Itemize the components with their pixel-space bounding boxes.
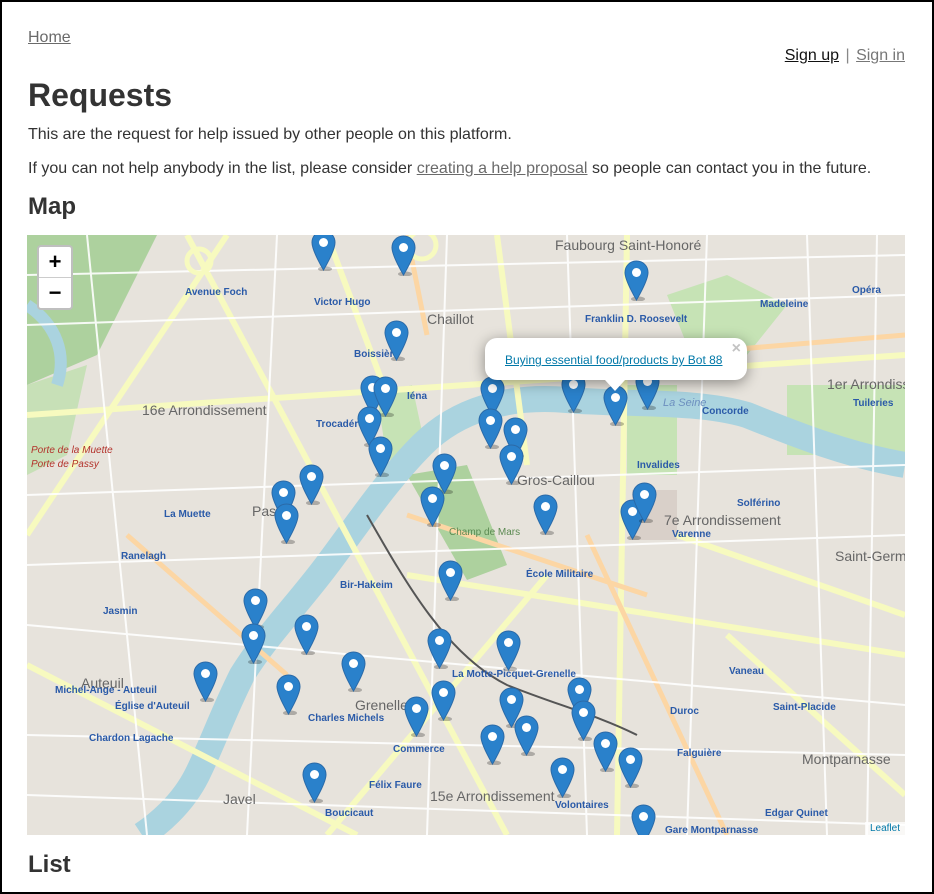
map-label-faubourg: Faubourg Saint-Honoré (555, 237, 702, 253)
map-label-vaneau: Vaneau (729, 666, 765, 677)
map-marker-icon[interactable] (478, 408, 503, 449)
help-suffix: so people can contact you in the future. (591, 160, 872, 177)
map-marker-icon[interactable] (193, 661, 218, 702)
requests-map[interactable]: Chaillot 16e Arrondissement 7e Arrondiss… (27, 235, 905, 835)
map-label-javel: Javel (223, 791, 256, 807)
help-text: If you can not help anybody in the list,… (28, 160, 871, 178)
map-label-ranelagh: Ranelagh (121, 551, 167, 562)
map-label-iena: Iéna (407, 391, 428, 402)
map-marker-icon[interactable] (341, 651, 366, 692)
signin-link[interactable]: Sign in (856, 47, 905, 64)
map-heading: Map (28, 193, 76, 220)
map-marker-icon[interactable] (603, 385, 628, 426)
map-label-arr1: 1er Arrondissement (827, 376, 905, 392)
map-label-franklin: Franklin D. Roosevelt (585, 314, 688, 325)
map-label-edgar-quinet: Edgar Quinet (765, 808, 828, 819)
map-label-porte-passy: Porte de Passy (31, 459, 99, 470)
map-label-bir-hakeim: Bir-Hakeim (340, 580, 393, 591)
map-label-volontaires: Volontaires (555, 800, 609, 811)
map-label-tuileries: Tuileries (853, 398, 894, 409)
intro-text: This are the request for help issued by … (28, 126, 512, 143)
map-popup: Buying essential food/products by Bot 88… (485, 338, 747, 391)
map-label-solferino: Solférino (737, 498, 781, 509)
map-label-arr7: 7e Arrondissement (664, 512, 781, 528)
map-marker-icon[interactable] (404, 696, 429, 737)
map-marker-icon[interactable] (618, 747, 643, 788)
map-label-charles-michels: Charles Michels (308, 713, 385, 724)
map-label-eglise-auteuil: Église d'Auteuil (115, 701, 190, 712)
map-marker-icon[interactable] (427, 628, 452, 669)
map-marker-icon[interactable] (514, 715, 539, 756)
map-marker-icon[interactable] (480, 724, 505, 765)
map-marker-icon[interactable] (294, 614, 319, 655)
map-marker-icon[interactable] (299, 464, 324, 505)
map-label-porte-muette: Porte de la Muette (31, 445, 113, 456)
map-label-saint-germain: Saint-Germain-des-Prés (835, 548, 905, 564)
map-label-invalides: Invalides (637, 460, 680, 471)
zoom-in-button[interactable]: + (39, 247, 71, 278)
map-marker-icon[interactable] (431, 680, 456, 721)
map-marker-icon[interactable] (499, 444, 524, 485)
map-label-gros-caillou: Gros-Caillou (517, 472, 595, 488)
popup-request-link[interactable]: Buying essential food/products by Bot 88 (505, 353, 722, 367)
map-label-gare-montparnasse: Gare Montparnasse (665, 825, 759, 835)
map-label-chaillot: Chaillot (427, 311, 474, 327)
map-label-madeleine: Madeleine (760, 299, 809, 310)
map-label-arr16: 16e Arrondissement (142, 402, 267, 418)
map-label-la-seine: La Seine (663, 397, 707, 409)
map-label-saint-placide: Saint-Placide (773, 702, 836, 713)
zoom-control: + − (37, 245, 73, 310)
help-prefix: If you can not help anybody in the list,… (28, 160, 413, 177)
map-marker-icon[interactable] (241, 623, 266, 664)
map-label-opera: Opéra (852, 285, 881, 296)
map-label-commerce: Commerce (393, 744, 445, 755)
leaflet-attribution-link[interactable]: Leaflet (870, 823, 900, 834)
map-marker-icon[interactable] (311, 235, 336, 271)
map-label-montparnasse: Montparnasse (802, 751, 891, 767)
map-label-victor-hugo: Victor Hugo (314, 297, 371, 308)
map-marker-icon[interactable] (368, 436, 393, 477)
map-label-jasmin: Jasmin (103, 606, 138, 617)
map-marker-icon[interactable] (384, 320, 409, 361)
auth-links: Sign up | Sign in (785, 47, 905, 65)
map-attribution: Leaflet (864, 822, 905, 835)
map-label-varenne: Varenne (672, 529, 711, 540)
map-label-ecole-militaire: École Militaire (526, 569, 594, 580)
map-marker-icon[interactable] (550, 757, 575, 798)
map-marker-icon[interactable] (593, 731, 618, 772)
map-marker-icon[interactable] (274, 503, 299, 544)
home-link[interactable]: Home (28, 29, 71, 47)
map-marker-icon[interactable] (496, 630, 521, 671)
map-label-duroc: Duroc (670, 706, 699, 717)
popup-tip (605, 380, 625, 391)
map-marker-icon[interactable] (302, 762, 327, 803)
map-marker-icon[interactable] (276, 674, 301, 715)
map-label-la-muette: La Muette (164, 509, 211, 520)
help-proposal-link[interactable]: creating a help proposal (417, 160, 588, 177)
popup-close-button[interactable]: × (732, 340, 741, 358)
map-label-champ-mars: Champ de Mars (449, 527, 521, 538)
map-marker-icon[interactable] (391, 235, 416, 276)
map-marker-icon[interactable] (631, 804, 656, 835)
map-label-avenue-foch: Avenue Foch (185, 287, 248, 298)
auth-separator: | (845, 47, 850, 64)
map-label-grenelle: Grenelle (355, 697, 408, 713)
list-heading: List (28, 851, 71, 878)
map-marker-icon[interactable] (420, 486, 445, 527)
signup-link[interactable]: Sign up (785, 47, 839, 64)
map-label-arr15: 15e Arrondissement (430, 788, 555, 804)
map-label-felix-faure: Félix Faure (369, 780, 422, 791)
map-marker-icon[interactable] (533, 494, 558, 535)
zoom-out-button[interactable]: − (39, 278, 71, 308)
map-marker-icon[interactable] (438, 560, 463, 601)
map-marker-icon[interactable] (632, 482, 657, 523)
map-label-michel-ange: Michel-Ange - Auteuil (55, 685, 157, 696)
map-label-concorde: Concorde (702, 406, 749, 417)
page-title: Requests (28, 77, 173, 113)
map-label-falguiere: Falguière (677, 748, 722, 759)
map-label-chardon: Chardon Lagache (89, 733, 174, 744)
map-label-boucicaut: Boucicaut (325, 808, 374, 819)
map-marker-icon[interactable] (624, 260, 649, 301)
